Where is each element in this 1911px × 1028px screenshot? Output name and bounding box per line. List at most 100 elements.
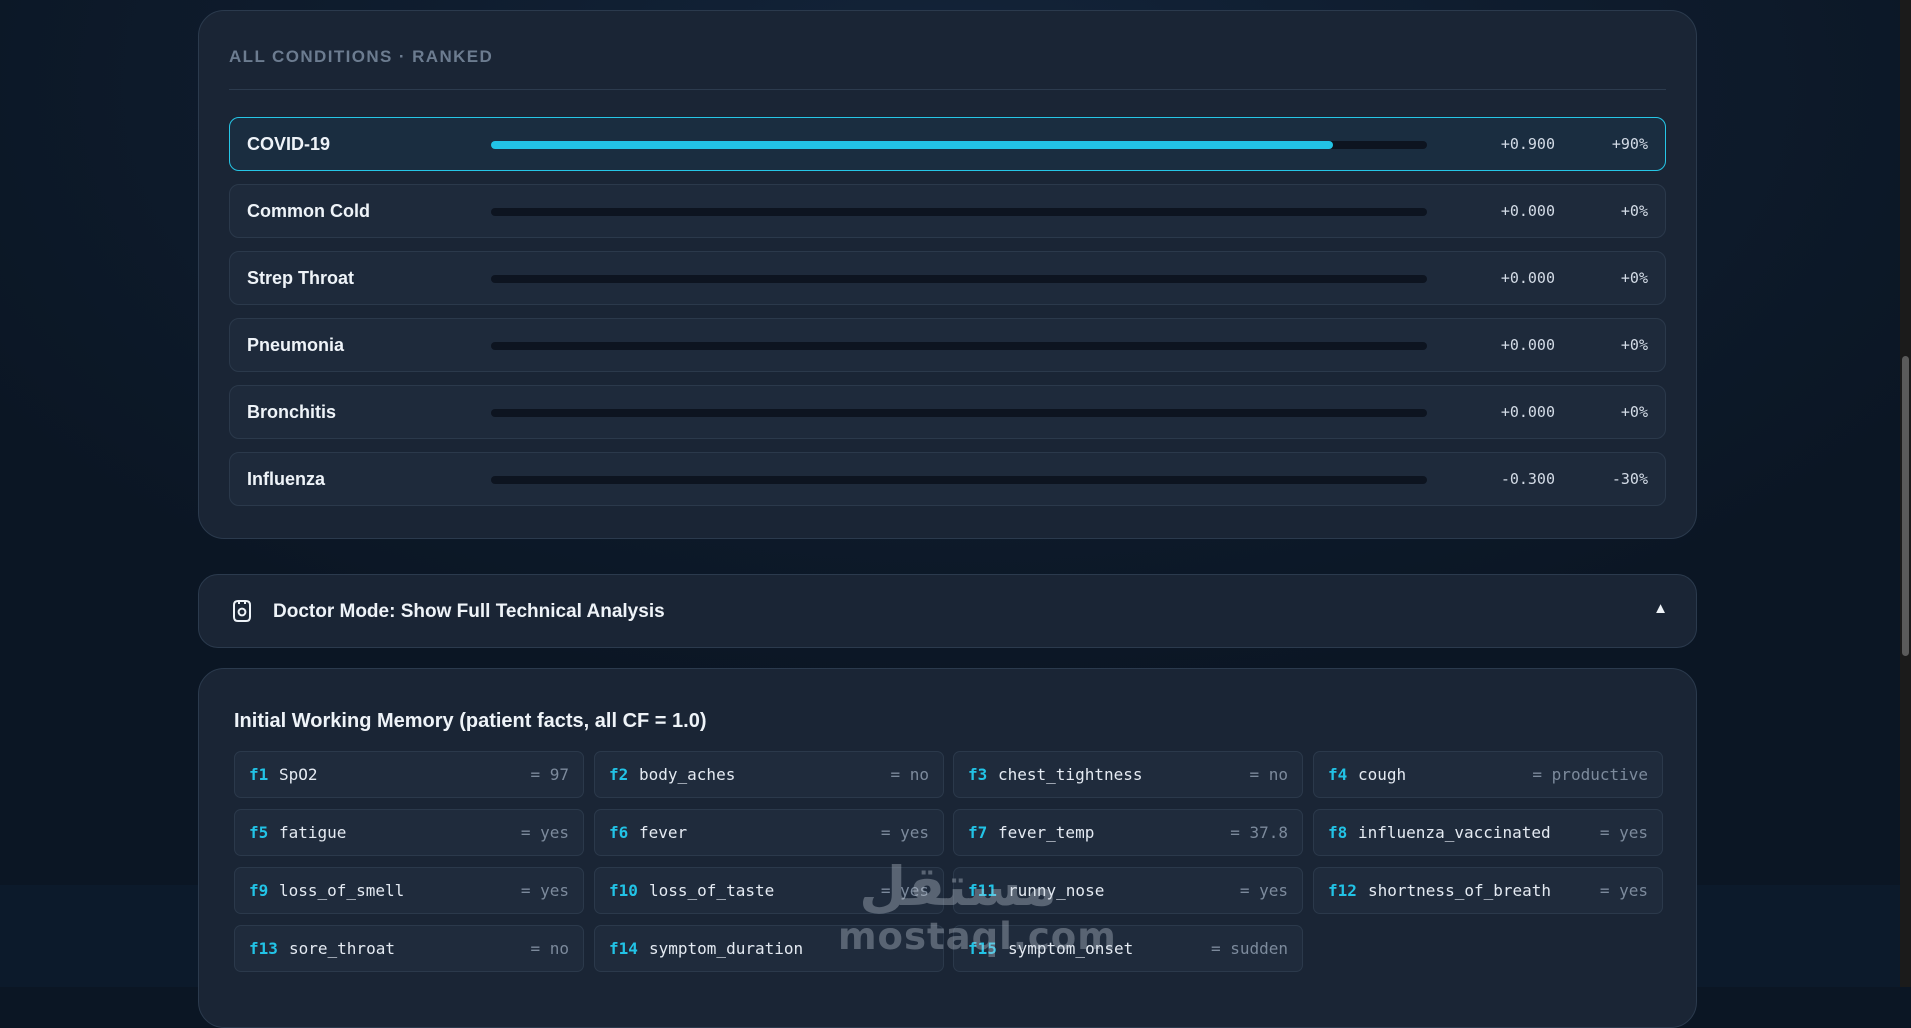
- fact-name: loss_of_taste: [649, 881, 775, 900]
- fact-id: f3: [968, 765, 988, 784]
- fact-value: = yes: [1599, 881, 1648, 900]
- fact-item: f10 loss_of_taste = yes: [594, 867, 944, 914]
- fact-value: = yes: [880, 823, 929, 842]
- confidence-percent: +0%: [1620, 336, 1648, 354]
- fact-id: f2: [609, 765, 629, 784]
- fact-name: runny_nose: [1008, 881, 1105, 900]
- condition-name: Influenza: [247, 469, 326, 489]
- fact-value: = 37.8: [1230, 823, 1288, 842]
- confidence-percent: +0%: [1620, 403, 1648, 421]
- confidence-bar: [491, 409, 1427, 417]
- fact-item: f12 shortness_of_breath = yes: [1313, 867, 1663, 914]
- fact-value: = yes: [520, 881, 569, 900]
- section-label: ALL CONDITIONS · RANKED: [229, 47, 494, 66]
- confidence-bar: [491, 476, 1427, 484]
- fact-item: f5 fatigue = yes: [234, 809, 584, 856]
- fact-id: f15: [968, 939, 997, 958]
- fact-item: f3 chest_tightness = no: [953, 751, 1303, 798]
- fact-item: f8 influenza_vaccinated = yes: [1313, 809, 1663, 856]
- fact-item: f2 body_aches = no: [594, 751, 944, 798]
- fact-value: = no: [530, 939, 569, 958]
- working-memory-card: Initial Working Memory (patient facts, a…: [198, 668, 1697, 1028]
- certainty-factor: +0.000: [1500, 403, 1555, 421]
- fact-name: chest_tightness: [998, 765, 1143, 784]
- caret-up-icon: ▲: [1653, 600, 1668, 617]
- divider: [229, 89, 1666, 90]
- fact-value: = no: [1249, 765, 1288, 784]
- fact-item: f7 fever_temp = 37.8: [953, 809, 1303, 856]
- certainty-factor: +0.000: [1500, 269, 1555, 287]
- doctor-mode-toggle[interactable]: Doctor Mode: Show Full Technical Analysi…: [198, 574, 1697, 648]
- condition-row[interactable]: Bronchitis +0.000 +0%: [229, 385, 1666, 439]
- confidence-bar: [491, 342, 1427, 350]
- fact-item: f14 symptom_duration: [594, 925, 944, 972]
- fact-value: = yes: [880, 881, 929, 900]
- confidence-percent: +0%: [1620, 202, 1648, 220]
- fact-item: f6 fever = yes: [594, 809, 944, 856]
- confidence-bar-fill: [491, 141, 1334, 149]
- condition-row[interactable]: Strep Throat +0.000 +0%: [229, 251, 1666, 305]
- fact-value: = productive: [1532, 765, 1648, 784]
- fact-id: f13: [249, 939, 278, 958]
- condition-row[interactable]: COVID-19 +0.900 +90%: [229, 117, 1666, 171]
- fact-name: loss_of_smell: [279, 881, 405, 900]
- fact-name: body_aches: [639, 765, 736, 784]
- fact-item: f1 SpO2 = 97: [234, 751, 584, 798]
- fact-value: = sudden: [1210, 939, 1288, 958]
- certainty-factor: +0.000: [1500, 336, 1555, 354]
- fact-item: f9 loss_of_smell = yes: [234, 867, 584, 914]
- condition-name: Bronchitis: [247, 402, 337, 422]
- confidence-bar: [491, 141, 1427, 149]
- fact-item: f11 runny_nose = yes: [953, 867, 1303, 914]
- fact-id: f10: [609, 881, 638, 900]
- fact-name: influenza_vaccinated: [1358, 823, 1551, 842]
- confidence-percent: +0%: [1620, 269, 1648, 287]
- ranked-conditions-card: ALL CONDITIONS · RANKED COVID-19 +0.900 +9…: [198, 10, 1697, 539]
- fact-id: f6: [609, 823, 629, 842]
- fact-name: symptom_duration: [649, 939, 804, 958]
- confidence-bar: [491, 275, 1427, 283]
- confidence-percent: -30%: [1611, 470, 1648, 488]
- fact-name: cough: [1358, 765, 1407, 784]
- fact-name: fever: [639, 823, 688, 842]
- fact-value: = yes: [1239, 881, 1288, 900]
- certainty-factor: +0.900: [1500, 135, 1555, 153]
- fact-name: fever_temp: [998, 823, 1095, 842]
- doctor-mode-title: Doctor Mode: Show Full Technical Analysi…: [273, 601, 665, 622]
- fact-id: f1: [249, 765, 269, 784]
- badge-icon: [233, 600, 251, 622]
- working-memory-title: Initial Working Memory (patient facts, a…: [234, 710, 707, 732]
- confidence-bar: [491, 208, 1427, 216]
- fact-name: shortness_of_breath: [1368, 881, 1552, 900]
- certainty-factor: -0.300: [1500, 470, 1555, 488]
- fact-name: sore_throat: [289, 939, 395, 958]
- fact-item: f4 cough = productive: [1313, 751, 1663, 798]
- condition-row[interactable]: Influenza -0.300 -30%: [229, 452, 1666, 506]
- certainty-factor: +0.000: [1500, 202, 1555, 220]
- fact-id: f14: [609, 939, 638, 958]
- fact-id: f8: [1328, 823, 1348, 842]
- fact-value: = yes: [1599, 823, 1648, 842]
- fact-item: f13 sore_throat = no: [234, 925, 584, 972]
- fact-id: f4: [1328, 765, 1348, 784]
- condition-name: Strep Throat: [247, 268, 355, 288]
- fact-name: SpO2: [279, 765, 318, 784]
- fact-id: f11: [968, 881, 997, 900]
- condition-name: Pneumonia: [247, 335, 345, 355]
- fact-value: = no: [890, 765, 929, 784]
- fact-value: = 97: [530, 765, 569, 784]
- fact-id: f7: [968, 823, 988, 842]
- condition-row[interactable]: Common Cold +0.000 +0%: [229, 184, 1666, 238]
- fact-id: f5: [249, 823, 269, 842]
- fact-value: = yes: [520, 823, 569, 842]
- condition-name: COVID-19: [247, 134, 331, 154]
- fact-id: f12: [1328, 881, 1357, 900]
- scrollbar[interactable]: [1900, 0, 1911, 987]
- fact-id: f9: [249, 881, 269, 900]
- fact-item: f15 symptom_onset = sudden: [953, 925, 1303, 972]
- condition-name: Common Cold: [247, 201, 370, 221]
- condition-row[interactable]: Pneumonia +0.000 +0%: [229, 318, 1666, 372]
- fact-name: symptom_onset: [1008, 939, 1134, 958]
- scrollbar-thumb[interactable]: [1902, 356, 1909, 656]
- confidence-percent: +90%: [1611, 135, 1648, 153]
